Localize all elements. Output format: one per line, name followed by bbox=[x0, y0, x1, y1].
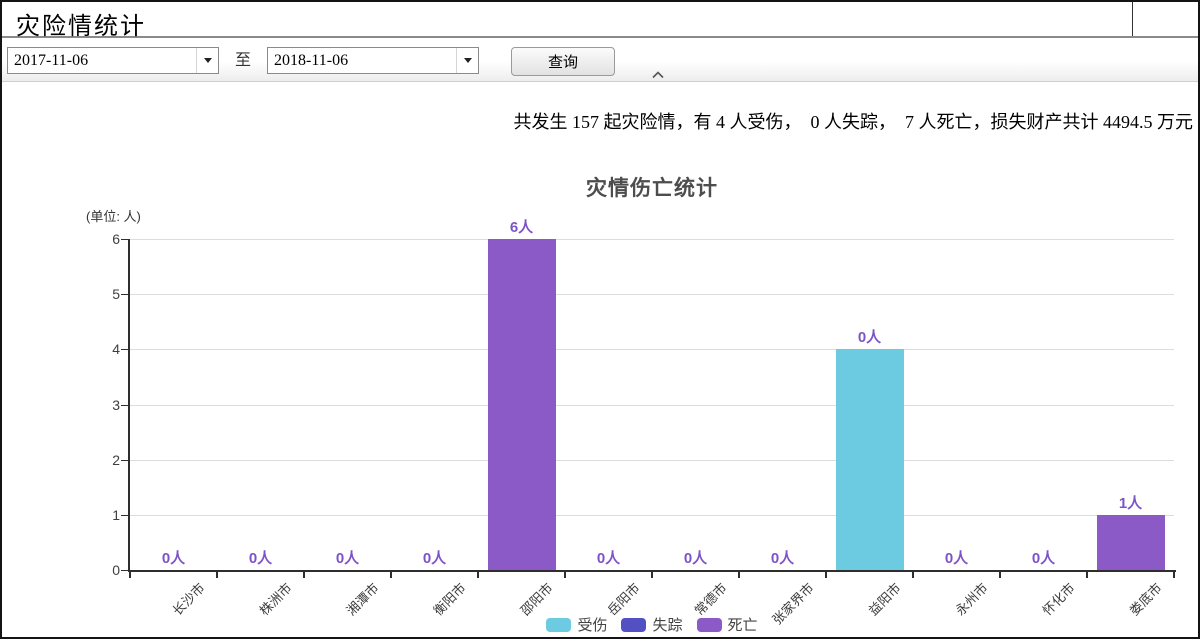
bar-死亡-邵阳市[interactable] bbox=[488, 239, 556, 570]
x-category-label-岳阳市: 岳阳市 bbox=[603, 578, 644, 619]
bar-value-label: 1人 bbox=[1087, 495, 1174, 512]
bar-value-label: 0人 bbox=[1000, 550, 1087, 567]
y-tick-mark bbox=[121, 405, 128, 406]
bar-value-label: 0人 bbox=[130, 550, 217, 567]
page-title: 灾险情统计 bbox=[16, 6, 146, 41]
bar-value-label: 0人 bbox=[304, 550, 391, 567]
x-category-label-常德市: 常德市 bbox=[690, 578, 731, 619]
x-tick-mark bbox=[477, 572, 479, 578]
date-to-value: 2018-11-06 bbox=[268, 52, 456, 70]
legend-label: 死亡 bbox=[728, 614, 758, 635]
x-category-label-衡阳市: 衡阳市 bbox=[429, 578, 470, 619]
x-tick-mark bbox=[1173, 572, 1175, 578]
x-tick-mark bbox=[564, 572, 566, 578]
x-category-label-湘潭市: 湘潭市 bbox=[342, 578, 383, 619]
summary-bar: 共发生 157 起灾险情，有 4 人受伤， 0 人失踪， 7 人死亡，损失财产共… bbox=[2, 82, 1198, 162]
bar-value-label: 0人 bbox=[217, 550, 304, 567]
y-tick-label: 6 bbox=[86, 231, 120, 247]
x-category-label-邵阳市: 邵阳市 bbox=[516, 578, 557, 619]
x-category-label-长沙市: 长沙市 bbox=[168, 578, 209, 619]
x-category-label-益阳市: 益阳市 bbox=[864, 578, 905, 619]
y-tick-label: 1 bbox=[86, 507, 120, 523]
y-tick-mark bbox=[121, 239, 128, 240]
casualty-chart: 灾情伤亡统计 (单位: 人) 0人0人0人0人6人0人0人0人0人0人0人1人 … bbox=[2, 162, 1198, 636]
legend-item-死亡[interactable]: 死亡 bbox=[697, 614, 758, 635]
date-from-combobox[interactable]: 2017-11-06 bbox=[7, 47, 219, 74]
bar-value-label: 0人 bbox=[391, 550, 478, 567]
collapse-panel-handle[interactable] bbox=[645, 70, 671, 80]
y-tick-mark bbox=[121, 294, 128, 295]
y-tick-label: 0 bbox=[86, 562, 120, 578]
x-tick-mark bbox=[129, 572, 131, 578]
dropdown-arrow-icon bbox=[464, 58, 472, 63]
bar-死亡-娄底市[interactable] bbox=[1097, 515, 1165, 570]
x-category-label-怀化市: 怀化市 bbox=[1038, 578, 1079, 619]
titlebar-divider bbox=[1132, 2, 1133, 36]
bar-value-label: 0人 bbox=[565, 550, 652, 567]
plot-area: 0人0人0人0人6人0人0人0人0人0人0人1人 bbox=[130, 239, 1174, 570]
y-tick-label: 4 bbox=[86, 341, 120, 357]
date-to-combobox[interactable]: 2018-11-06 bbox=[267, 47, 479, 74]
grid-line bbox=[130, 294, 1174, 295]
legend-swatch-死亡 bbox=[697, 618, 722, 632]
bar-value-label: 6人 bbox=[478, 219, 565, 236]
y-tick-label: 5 bbox=[86, 286, 120, 302]
dropdown-arrow-icon bbox=[204, 58, 212, 63]
query-button[interactable]: 查询 bbox=[511, 47, 615, 76]
bar-value-label: 0人 bbox=[652, 550, 739, 567]
bar-value-label: 0人 bbox=[826, 329, 913, 346]
legend-label: 失踪 bbox=[652, 614, 682, 635]
legend-swatch-失踪 bbox=[621, 618, 646, 632]
date-from-value: 2017-11-06 bbox=[8, 52, 196, 70]
app-window: 灾险情统计 2017-11-06 至 2018-11-06 查询 共发生 157… bbox=[0, 0, 1200, 639]
y-axis-unit-label: (单位: 人) bbox=[86, 206, 141, 225]
legend-label: 受伤 bbox=[577, 614, 607, 635]
x-tick-mark bbox=[999, 572, 1001, 578]
legend-item-失踪[interactable]: 失踪 bbox=[621, 614, 682, 635]
title-bar: 灾险情统计 bbox=[2, 2, 1198, 38]
bar-受伤-益阳市[interactable] bbox=[836, 349, 904, 570]
x-tick-mark bbox=[651, 572, 653, 578]
date-to-dropdown-button[interactable] bbox=[456, 48, 478, 73]
x-tick-mark bbox=[738, 572, 740, 578]
x-tick-mark bbox=[216, 572, 218, 578]
chart-title: 灾情伤亡统计 bbox=[130, 172, 1174, 202]
grid-line bbox=[130, 405, 1174, 406]
legend-item-受伤[interactable]: 受伤 bbox=[546, 614, 607, 635]
grid-line bbox=[130, 239, 1174, 240]
chart-legend: 受伤 失踪 死亡 bbox=[130, 614, 1174, 635]
y-tick-mark bbox=[121, 515, 128, 516]
x-tick-mark bbox=[303, 572, 305, 578]
x-category-label-永州市: 永州市 bbox=[951, 578, 992, 619]
y-tick-label: 3 bbox=[86, 397, 120, 413]
x-category-label-株洲市: 株洲市 bbox=[255, 578, 296, 619]
bar-value-label: 0人 bbox=[739, 550, 826, 567]
x-tick-mark bbox=[912, 572, 914, 578]
y-tick-mark bbox=[121, 460, 128, 461]
x-tick-mark bbox=[825, 572, 827, 578]
to-label: 至 bbox=[235, 47, 251, 74]
legend-swatch-受伤 bbox=[546, 618, 571, 632]
grid-line bbox=[130, 460, 1174, 461]
grid-line bbox=[130, 515, 1174, 516]
bar-value-label: 0人 bbox=[913, 550, 1000, 567]
grid-line bbox=[130, 349, 1174, 350]
y-tick-mark bbox=[121, 570, 128, 571]
chevron-up-icon bbox=[652, 71, 664, 79]
summary-text: 共发生 157 起灾险情，有 4 人受伤， 0 人失踪， 7 人死亡，损失财产共… bbox=[514, 112, 1194, 132]
x-category-label-娄底市: 娄底市 bbox=[1125, 578, 1166, 619]
x-tick-mark bbox=[1086, 572, 1088, 578]
query-toolbar: 2017-11-06 至 2018-11-06 查询 bbox=[2, 38, 1198, 82]
date-from-dropdown-button[interactable] bbox=[196, 48, 218, 73]
y-tick-label: 2 bbox=[86, 452, 120, 468]
x-tick-mark bbox=[390, 572, 392, 578]
y-tick-mark bbox=[121, 349, 128, 350]
